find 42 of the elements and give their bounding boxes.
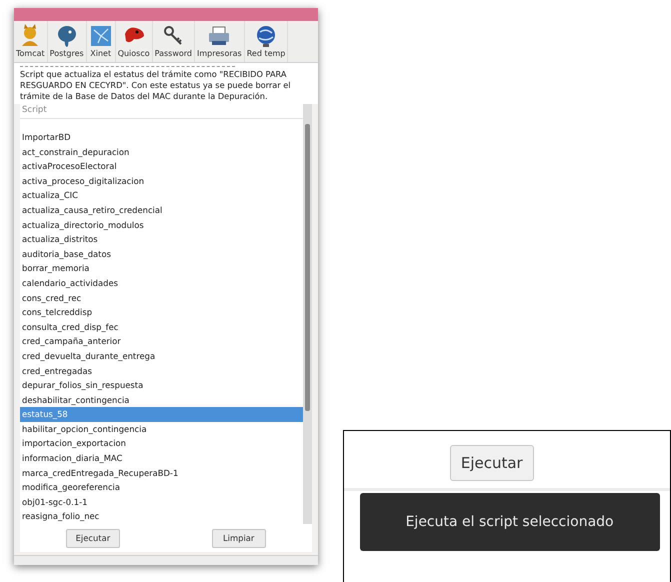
toolbar-button[interactable]: Tomcat (14, 21, 48, 62)
toolbar-button[interactable]: Impresoras (195, 21, 245, 62)
list-item[interactable]: consulta_cred_disp_fec (20, 320, 303, 334)
list-item[interactable]: marca_credEntregada_RecuperaBD-1 (20, 466, 303, 480)
list-item[interactable]: auditoria_base_datos (20, 246, 303, 262)
list-item[interactable]: actualiza_CIC (20, 188, 303, 203)
column-header[interactable]: Script (20, 104, 303, 119)
execute-button[interactable]: Ejecutar (450, 445, 534, 481)
list-item[interactable]: actualiza_distritos (20, 232, 303, 247)
list-item[interactable]: habilitar_opcion_contingencia (20, 422, 303, 436)
list-item[interactable]: depurar_folios_sin_respuesta (20, 378, 303, 393)
toolbar-button[interactable]: Quiosco (116, 21, 153, 62)
toolbar-button[interactable]: Password (152, 21, 196, 62)
list-item[interactable]: informacion_diaria_MAC (20, 451, 303, 466)
list-item[interactable]: cred_entregadas (20, 364, 303, 378)
list-item[interactable]: reasigna_folio_nec (20, 509, 303, 524)
list-item[interactable]: obj01-sgc-0.1-1 (20, 494, 303, 510)
list-item[interactable]: calendario_actividades (20, 276, 303, 291)
list-item[interactable]: actualiza_directorio_modulos (20, 218, 303, 232)
tooltip-text: Ejecuta el script seleccionado (406, 512, 614, 532)
action-button[interactable]: Ejecutar (66, 528, 120, 548)
list-item[interactable]: cons_telcreddisp (20, 305, 303, 320)
network-icon (88, 24, 113, 48)
list-item[interactable]: actualiza_causa_retiro_credencial (20, 202, 303, 218)
list-item[interactable]: act_constrain_depuracion (20, 144, 303, 160)
toolbar-button[interactable]: Red temp (244, 21, 288, 62)
list-item[interactable]: cons_cred_rec (20, 290, 303, 306)
list-item[interactable]: modifica_georeferencia (20, 480, 303, 495)
scrollbar[interactable] (302, 104, 312, 524)
list-item[interactable]: activaProcesoElectoral (20, 159, 303, 174)
toolbar-button[interactable]: Postgres (48, 21, 87, 62)
script-description: Script que actualiza el estatus del trámite como "RECIBIDO PARA RESGUARDO EN CECYRD". Con este estatus ya se puede borrar el trámite de la Base de Datos del MAC durante la Depuración. (20, 69, 292, 102)
list-item[interactable]: cred_devuelta_durante_entrega (20, 348, 303, 364)
list-item[interactable]: activa_proceso_digitalizacion (20, 174, 303, 188)
list-item[interactable]: ImportarBD (20, 130, 303, 145)
toolbar-button[interactable]: Xinet (86, 21, 116, 62)
list-item[interactable]: importacion_exportacion (20, 436, 303, 452)
list-item[interactable]: deshabilitar_contingencia (20, 392, 303, 408)
printer-icon (207, 24, 232, 48)
list-item[interactable]: borrar_memoria (20, 261, 303, 276)
list-item[interactable]: cred_campaña_anterior (20, 334, 303, 349)
action-button[interactable]: Limpiar (212, 528, 266, 548)
